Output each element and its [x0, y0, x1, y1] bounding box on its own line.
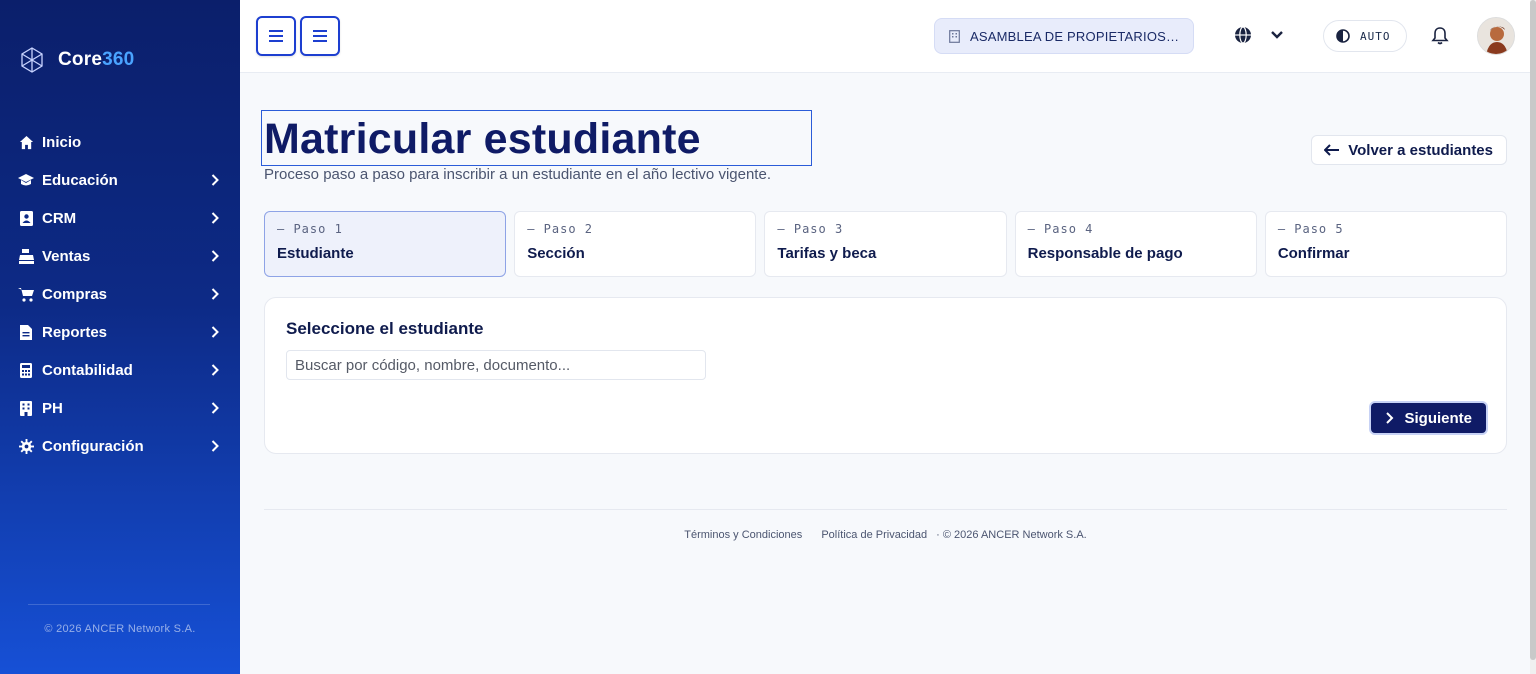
calculator-icon	[18, 362, 34, 378]
sidebar-item-label: Contabilidad	[42, 361, 133, 379]
next-button-label: Siguiente	[1404, 409, 1472, 427]
card-title: Seleccione el estudiante	[286, 319, 484, 338]
contrast-icon	[1336, 29, 1350, 43]
sidebar-copyright: © 2026 ANCER Network S.A.	[44, 623, 196, 635]
back-button-label: Volver a estudiantes	[1348, 141, 1493, 159]
brand-logo[interactable]: Core360	[18, 46, 134, 74]
chevron-right-icon	[211, 250, 219, 262]
chevron-right-icon	[211, 440, 219, 452]
chevron-down-icon	[1271, 31, 1283, 39]
globe-icon	[1235, 26, 1251, 44]
shopping-cart-icon	[18, 286, 34, 302]
scrollbar-thumb[interactable]	[1530, 0, 1536, 660]
topbar: ASAMBLEA DE PROPIETARIOS DE ... AUTO	[240, 0, 1536, 73]
theme-toggle[interactable]: AUTO	[1323, 20, 1407, 52]
sidebar-item-contabilidad[interactable]: Contabilidad	[0, 351, 240, 389]
sidebar-item-label: CRM	[42, 209, 77, 227]
step-label: Sección	[527, 245, 585, 262]
step-tarifas-y-beca[interactable]: — Paso 3 Tarifas y beca	[764, 211, 1007, 277]
sidebar-item-label: Compras	[42, 285, 108, 303]
student-search-input[interactable]	[286, 350, 706, 380]
back-to-students-button[interactable]: Volver a estudiantes	[1311, 135, 1507, 165]
address-book-icon	[18, 210, 34, 226]
student-select-card: Seleccione el estudiante Siguiente	[264, 297, 1507, 454]
sidebar-item-label: Educación	[42, 171, 118, 189]
brand-name: Core360	[58, 49, 135, 70]
sidebar-nav: Inicio Educación CRM Ventas Compras Repo…	[0, 123, 240, 465]
sidebar-item-crm[interactable]: CRM	[0, 199, 240, 237]
next-button[interactable]: Siguiente	[1371, 403, 1486, 433]
building-icon	[18, 400, 34, 416]
sidebar-item-label: Inicio	[42, 133, 82, 151]
gear-icon	[18, 438, 34, 454]
home-icon	[18, 134, 34, 150]
step-estudiante[interactable]: — Paso 1 Estudiante	[264, 211, 507, 277]
chevron-right-icon	[211, 288, 219, 300]
page-title: Matricular estudiante	[264, 115, 701, 163]
chevron-right-icon	[211, 212, 219, 224]
organization-selector[interactable]: ASAMBLEA DE PROPIETARIOS DE ...	[934, 18, 1194, 54]
sidebar-item-ventas[interactable]: Ventas	[0, 237, 240, 275]
sidebar-item-inicio[interactable]: Inicio	[0, 123, 240, 161]
user-avatar[interactable]	[1477, 17, 1515, 55]
menu-icon	[313, 30, 327, 42]
notifications-button[interactable]	[1431, 26, 1449, 50]
organization-name: ASAMBLEA DE PROPIETARIOS DE ...	[970, 28, 1180, 44]
sidebar-item-educacion[interactable]: Educación	[0, 161, 240, 199]
menu-icon	[269, 30, 283, 42]
step-responsable-de-pago[interactable]: — Paso 4 Responsable de pago	[1014, 211, 1257, 277]
footer-divider	[264, 509, 1507, 510]
sidebar: Core360 Inicio Educación CRM Ventas Comp…	[0, 0, 240, 674]
sidebar-divider	[28, 604, 210, 605]
toggle-sidebar-button[interactable]	[256, 16, 296, 56]
step-seccion[interactable]: — Paso 2 Sección	[514, 211, 757, 277]
sidebar-item-label: PH	[42, 399, 63, 417]
sidebar-item-ph[interactable]: PH	[0, 389, 240, 427]
sidebar-item-configuracion[interactable]: Configuración	[0, 427, 240, 465]
bell-icon	[1431, 27, 1449, 45]
privacy-link[interactable]: Política de Privacidad	[821, 529, 927, 541]
building-icon	[949, 29, 960, 43]
arrow-left-icon	[1324, 144, 1340, 156]
step-number: — Paso 4	[1027, 222, 1094, 236]
stepper: — Paso 1 Estudiante — Paso 2 Sección — P…	[264, 211, 1508, 277]
theme-label: AUTO	[1360, 29, 1391, 43]
core360-logo-icon	[21, 47, 43, 73]
chevron-right-icon	[211, 326, 219, 338]
step-label: Confirmar	[1277, 245, 1350, 262]
page-subtitle: Proceso paso a paso para inscribir a un …	[264, 166, 771, 183]
sidebar-item-label: Configuración	[42, 437, 144, 455]
sidebar-item-reportes[interactable]: Reportes	[0, 313, 240, 351]
cash-register-icon	[18, 248, 34, 264]
chevron-right-icon	[211, 174, 219, 186]
step-number: — Paso 3	[777, 222, 844, 236]
step-label: Tarifas y beca	[777, 245, 877, 262]
step-number: — Paso 2	[527, 222, 593, 236]
chevron-right-icon	[211, 364, 219, 376]
step-number: — Paso 5	[1277, 222, 1344, 236]
toggle-menu-button[interactable]	[300, 16, 340, 56]
step-number: — Paso 1	[277, 222, 343, 236]
step-label: Estudiante	[277, 245, 354, 262]
terms-link[interactable]: Términos y Condiciones	[684, 529, 802, 541]
sidebar-item-label: Ventas	[42, 247, 91, 265]
user-photo-icon	[1478, 18, 1514, 54]
footer-copyright: · © 2026 ANCER Network S.A.	[936, 529, 1087, 541]
page-footer: Términos y Condiciones Política de Priva…	[264, 529, 1507, 541]
step-label: Responsable de pago	[1027, 245, 1183, 262]
language-selector[interactable]	[1234, 26, 1284, 44]
sidebar-item-label: Reportes	[42, 323, 108, 341]
chevron-right-icon	[1386, 412, 1394, 424]
chevron-right-icon	[211, 402, 219, 414]
file-report-icon	[18, 324, 34, 340]
step-confirmar[interactable]: — Paso 5 Confirmar	[1264, 211, 1508, 277]
graduation-cap-icon	[18, 172, 34, 188]
sidebar-item-compras[interactable]: Compras	[0, 275, 240, 313]
